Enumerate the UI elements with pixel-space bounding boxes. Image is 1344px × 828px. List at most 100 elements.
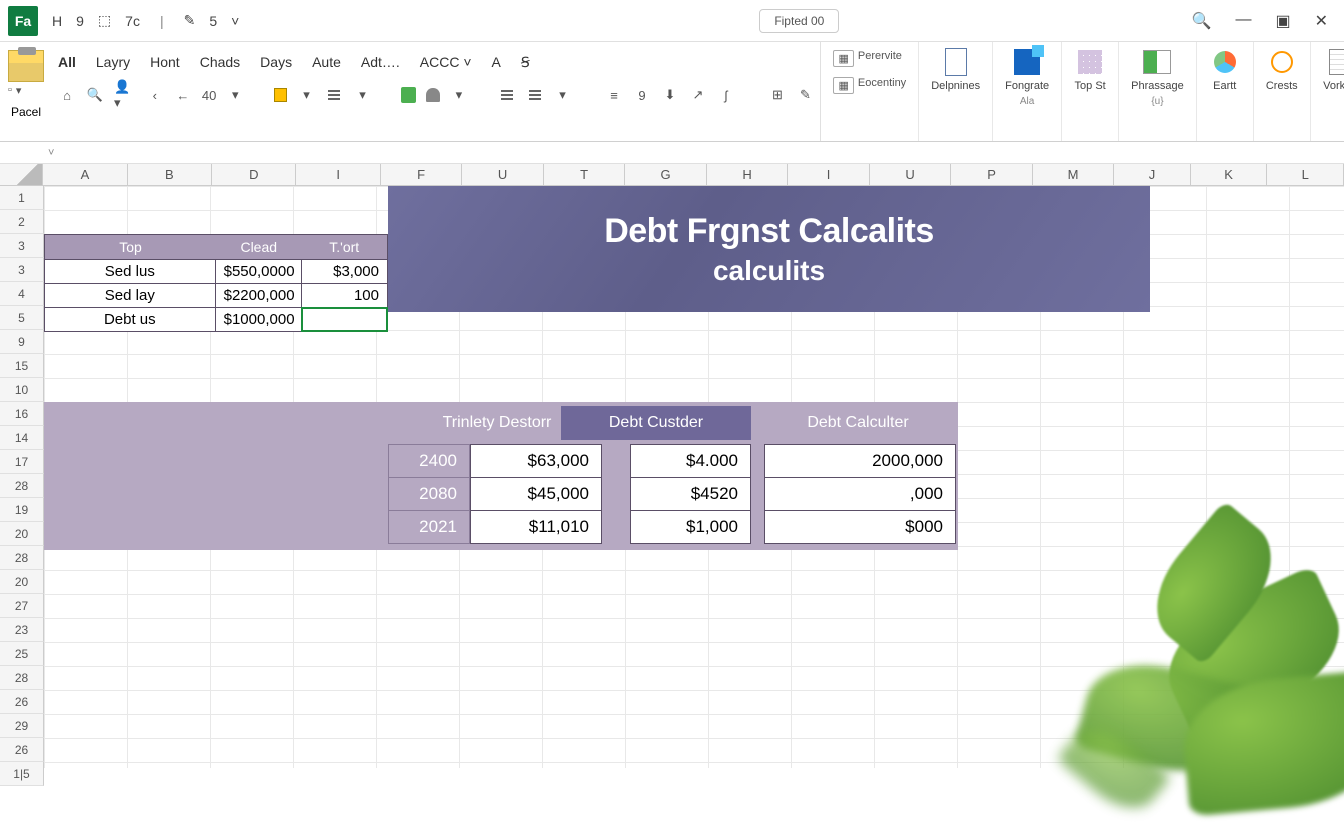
table-row[interactable]: Sed lay $2200,000 100 (44, 284, 388, 308)
ribbon-tool-icon[interactable]: ‹ (146, 85, 164, 105)
row-header[interactable]: 3 (0, 258, 44, 282)
tab[interactable]: Chads (200, 54, 240, 71)
tab[interactable]: Days (260, 54, 292, 71)
dropdown-caret-icon[interactable]: ▾ (450, 85, 468, 105)
align-center-icon[interactable] (526, 85, 544, 105)
cell[interactable]: Sed lay (45, 284, 216, 307)
paste-group[interactable]: ▫▾ Pacel (8, 50, 44, 119)
tab[interactable]: ACCC ˅ (420, 54, 472, 71)
ribbon-group[interactable]: Eartt (1197, 42, 1254, 141)
align-left-icon[interactable] (498, 85, 516, 105)
dropdown-caret-icon[interactable]: ▾ (226, 85, 244, 105)
row-header[interactable]: 29 (0, 714, 44, 738)
col-header[interactable]: M (1033, 164, 1114, 185)
row-header[interactable]: 23 (0, 618, 44, 642)
cell[interactable]: Sed lus (45, 260, 216, 283)
tool-icon[interactable]: ʃ (717, 85, 735, 105)
tool-icon[interactable]: ⊞ (768, 85, 786, 105)
row-header[interactable]: 15 (0, 354, 44, 378)
cell[interactable]: 2021 (388, 510, 470, 544)
fill-color-icon[interactable] (274, 88, 288, 102)
pen-icon[interactable]: ✎ (184, 12, 196, 29)
tool-icon[interactable]: ↗ (689, 85, 707, 105)
document-title-pill[interactable]: Fipted 00 (759, 9, 839, 33)
cells-area[interactable]: Debt Frgnst Calcalits calculits Top Clea… (44, 186, 1344, 768)
col-header[interactable]: I (788, 164, 869, 185)
tab[interactable]: Hont (150, 54, 180, 71)
ribbon-group[interactable]: Fongrate Ala (993, 42, 1062, 141)
col-header[interactable]: P (951, 164, 1032, 185)
cell[interactable]: $000 (764, 510, 956, 544)
col-header[interactable]: B (128, 164, 212, 185)
pen-icon[interactable]: ✎ (796, 85, 814, 105)
col-header[interactable]: L (1267, 164, 1344, 185)
row-header[interactable]: 20 (0, 570, 44, 594)
ribbon-group[interactable]: Top St (1062, 42, 1119, 141)
dropdown-caret-icon[interactable]: ▾ (554, 85, 572, 105)
col-header[interactable]: K (1191, 164, 1268, 185)
row-header[interactable]: 25 (0, 642, 44, 666)
cell[interactable]: $45,000 (470, 477, 602, 511)
col-header[interactable]: T (544, 164, 625, 185)
ribbon-tool-icon[interactable]: 🔍 (86, 85, 104, 105)
dropdown-caret-icon[interactable]: ▾ (353, 85, 371, 105)
search-icon[interactable]: 🔍 (1192, 11, 1212, 31)
row-header[interactable]: 4 (0, 282, 44, 306)
cell[interactable]: 2400 (388, 444, 470, 478)
col-header[interactable]: J (1114, 164, 1191, 185)
col-header[interactable]: F (381, 164, 462, 185)
cell[interactable]: $4520 (630, 477, 751, 511)
tab[interactable]: A (492, 54, 501, 71)
table-row[interactable]: Debt us $1000,000 (44, 308, 388, 332)
ribbon-group[interactable]: Phrassage {u} (1119, 42, 1197, 141)
ribbon-group[interactable]: Delpnines (919, 42, 993, 141)
qat-item[interactable]: 5 (209, 13, 217, 29)
active-cell[interactable] (302, 308, 387, 331)
cell[interactable]: $4.000 (630, 444, 751, 478)
row-header[interactable]: 26 (0, 738, 44, 762)
cell[interactable]: ,000 (764, 477, 956, 511)
restore-button[interactable]: ▣ (1275, 11, 1290, 31)
col-header[interactable]: U (462, 164, 543, 185)
cell[interactable]: 2000,000 (764, 444, 956, 478)
row-header[interactable]: 14 (0, 426, 44, 450)
cell[interactable]: 100 (302, 284, 387, 307)
row-header[interactable]: 26 (0, 690, 44, 714)
row-header[interactable]: 1|5 (0, 762, 44, 786)
green-bag-icon[interactable] (401, 87, 416, 103)
spreadsheet-grid[interactable]: 1233459151016141728192028202723252826292… (0, 186, 1344, 768)
close-button[interactable]: ✕ (1315, 11, 1328, 31)
ribbon-group[interactable]: Vorket (1311, 42, 1344, 141)
row-header[interactable]: 9 (0, 330, 44, 354)
qat-item[interactable]: 9 (76, 13, 84, 29)
formula-bar[interactable]: ˅ (0, 142, 1344, 164)
minimize-button[interactable]: — (1235, 11, 1251, 31)
qat-item[interactable]: 7ᴄ (125, 13, 140, 29)
qat-item[interactable]: H (52, 13, 62, 29)
row-header[interactable]: 2 (0, 210, 44, 234)
cell[interactable]: $3,000 (302, 260, 387, 283)
tool-icon[interactable]: 9 (633, 85, 651, 105)
row-header[interactable]: 28 (0, 546, 44, 570)
col-header[interactable]: I (296, 164, 380, 185)
col-header[interactable]: U (870, 164, 951, 185)
ribbon-tool-icon[interactable]: ← (174, 85, 192, 105)
tab[interactable]: Layry (96, 54, 130, 71)
col-header[interactable]: D (212, 164, 296, 185)
dropdown-caret-icon[interactable]: ˅ (231, 13, 239, 29)
cell[interactable]: $63,000 (470, 444, 602, 478)
row-header[interactable]: 20 (0, 522, 44, 546)
tab-all[interactable]: All (58, 54, 76, 71)
row-header[interactable]: 19 (0, 498, 44, 522)
row-header[interactable]: 17 (0, 450, 44, 474)
ribbon-group[interactable]: ▦Perervite ▦Eocentiny (821, 42, 919, 141)
dropdown-caret-icon[interactable]: ▾ (297, 85, 315, 105)
table-row[interactable]: Sed lus $550,0000 $3,000 (44, 260, 388, 284)
font-size-input[interactable]: 40 (202, 88, 216, 103)
tab[interactable]: Ꞩ (521, 54, 530, 71)
align-icon[interactable] (325, 85, 343, 105)
tool-icon[interactable]: ⬇ (661, 85, 679, 105)
cell[interactable]: $1000,000 (216, 308, 302, 331)
tool-icon[interactable]: ≡ (605, 85, 623, 105)
cell[interactable]: $1,000 (630, 510, 751, 544)
